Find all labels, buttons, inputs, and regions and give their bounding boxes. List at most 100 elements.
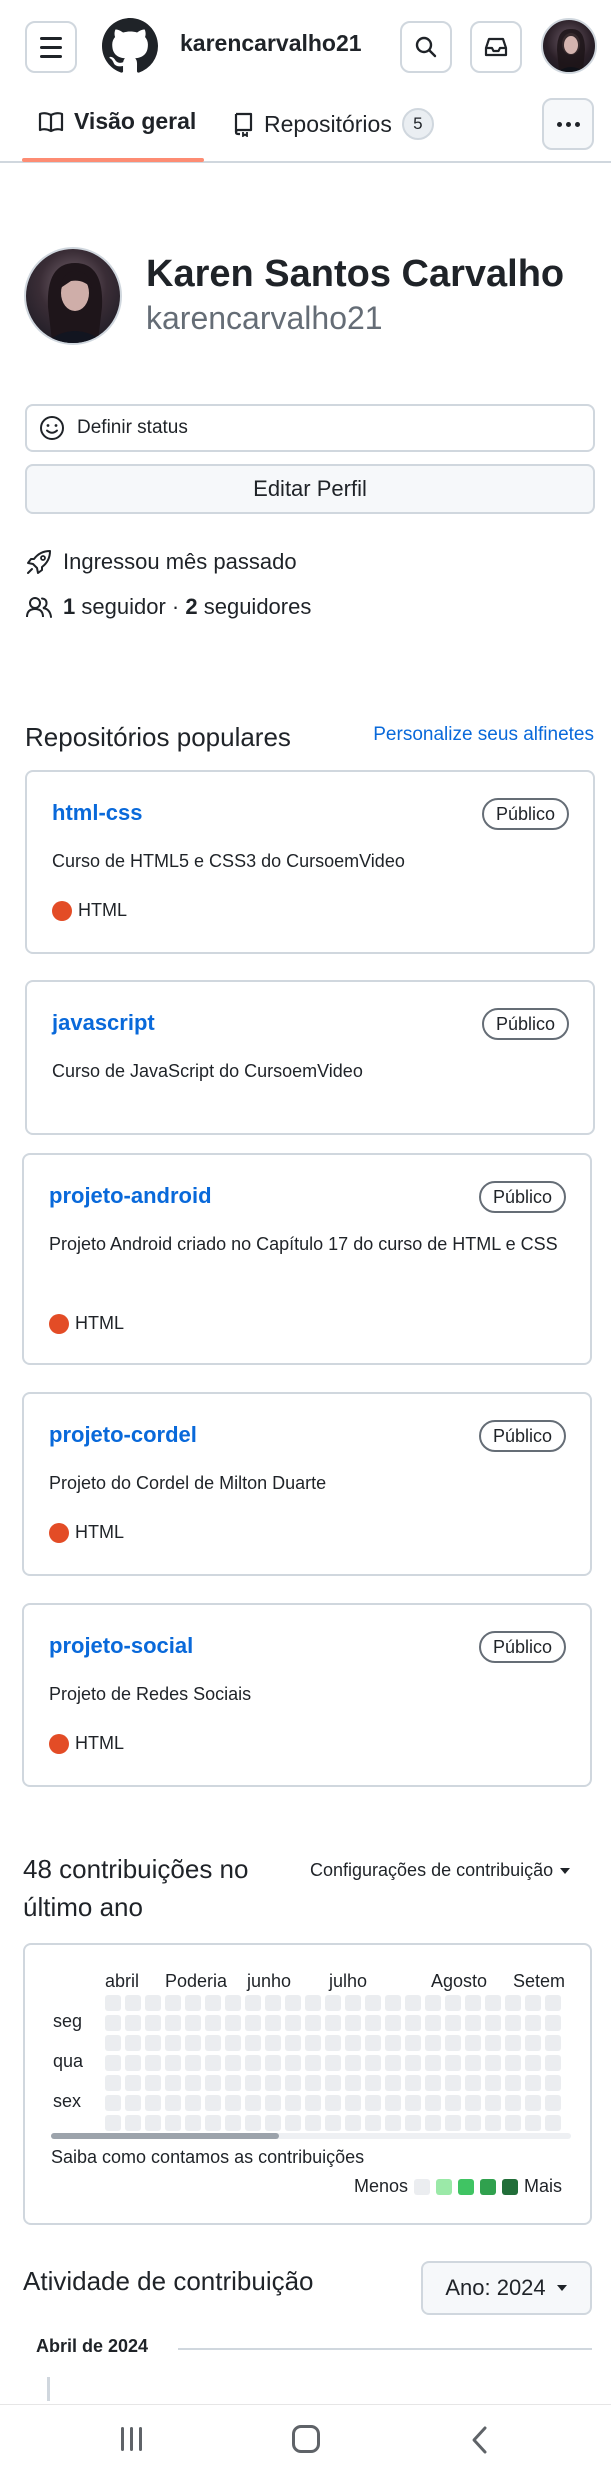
contribution-cell[interactable] xyxy=(285,2115,301,2131)
contribution-cell[interactable] xyxy=(345,1995,361,2011)
contribution-cell[interactable] xyxy=(385,2035,401,2051)
repo-name[interactable]: projeto-social xyxy=(49,1633,193,1659)
contribution-cell[interactable] xyxy=(485,2095,501,2111)
contribution-cell[interactable] xyxy=(225,2095,241,2111)
contribution-cell[interactable] xyxy=(265,2075,281,2091)
contribution-cell[interactable] xyxy=(265,2035,281,2051)
contribution-cell[interactable] xyxy=(425,2035,441,2051)
contribution-cell[interactable] xyxy=(345,2095,361,2111)
contribution-cell[interactable] xyxy=(145,2075,161,2091)
contribution-cell[interactable] xyxy=(325,1995,341,2011)
contribution-cell[interactable] xyxy=(505,1995,521,2011)
contribution-cell[interactable] xyxy=(465,2055,481,2071)
contribution-cell[interactable] xyxy=(445,1995,461,2011)
contribution-cell[interactable] xyxy=(125,2035,141,2051)
profile-avatar[interactable] xyxy=(24,247,122,345)
contribution-cell[interactable] xyxy=(485,2115,501,2131)
contribution-cell[interactable] xyxy=(105,2055,121,2071)
contribution-cell[interactable] xyxy=(425,2095,441,2111)
repo-card[interactable]: html-css Público Curso de HTML5 e CSS3 d… xyxy=(25,770,595,954)
repo-name[interactable]: projeto-cordel xyxy=(49,1422,197,1448)
contribution-cell[interactable] xyxy=(425,2075,441,2091)
contribution-cell[interactable] xyxy=(525,2035,541,2051)
contribution-cell[interactable] xyxy=(525,2015,541,2031)
contribution-cell[interactable] xyxy=(145,2035,161,2051)
contribution-cell[interactable] xyxy=(125,2095,141,2111)
contribution-cell[interactable] xyxy=(165,2095,181,2111)
contribution-cell[interactable] xyxy=(225,2035,241,2051)
contribution-cell[interactable] xyxy=(125,2055,141,2071)
customize-pins-link[interactable]: Personalize seus alfinetes xyxy=(373,724,594,746)
contribution-cell[interactable] xyxy=(385,2015,401,2031)
contribution-cell[interactable] xyxy=(345,2015,361,2031)
contribution-cell[interactable] xyxy=(245,2115,261,2131)
contribution-cell[interactable] xyxy=(325,2095,341,2111)
contribution-cell[interactable] xyxy=(485,2055,501,2071)
contribution-cell[interactable] xyxy=(405,2075,421,2091)
contribution-cell[interactable] xyxy=(385,2095,401,2111)
contribution-cell[interactable] xyxy=(445,2115,461,2131)
contribution-cell[interactable] xyxy=(325,2075,341,2091)
contribution-cell[interactable] xyxy=(165,2035,181,2051)
repo-name[interactable]: javascript xyxy=(52,1010,155,1036)
contribution-cell[interactable] xyxy=(185,1995,201,2011)
contribution-cell[interactable] xyxy=(165,1995,181,2011)
contribution-cell[interactable] xyxy=(305,2095,321,2111)
calendar-scroll-thumb[interactable] xyxy=(51,2133,279,2139)
contribution-cell[interactable] xyxy=(225,2075,241,2091)
contribution-cell[interactable] xyxy=(545,2095,561,2111)
contribution-cell[interactable] xyxy=(385,2075,401,2091)
contribution-cell[interactable] xyxy=(325,2035,341,2051)
home-icon[interactable] xyxy=(292,2425,320,2453)
contribution-cell[interactable] xyxy=(505,2115,521,2131)
contribution-cell[interactable] xyxy=(505,2075,521,2091)
contribution-cell[interactable] xyxy=(325,2055,341,2071)
header-username[interactable]: karencarvalho21 xyxy=(180,30,362,57)
contribution-cell[interactable] xyxy=(385,2115,401,2131)
edit-profile-button[interactable]: Editar Perfil xyxy=(25,464,595,514)
contribution-cell[interactable] xyxy=(265,2115,281,2131)
tab-repositories[interactable]: Repositórios 5 xyxy=(232,108,434,140)
contribution-cell[interactable] xyxy=(405,2055,421,2071)
contribution-cell[interactable] xyxy=(165,2055,181,2071)
contribution-cell[interactable] xyxy=(505,2095,521,2111)
contribution-cell[interactable] xyxy=(185,2095,201,2111)
contribution-cell[interactable] xyxy=(205,1995,221,2011)
contribution-cell[interactable] xyxy=(545,2055,561,2071)
contribution-cell[interactable] xyxy=(545,2035,561,2051)
contribution-cell[interactable] xyxy=(105,2095,121,2111)
contribution-cell[interactable] xyxy=(225,1995,241,2011)
contribution-cell[interactable] xyxy=(425,2055,441,2071)
contribution-cell[interactable] xyxy=(445,2095,461,2111)
search-button[interactable] xyxy=(400,21,452,73)
contribution-cell[interactable] xyxy=(225,2015,241,2031)
contribution-cell[interactable] xyxy=(505,2015,521,2031)
contribution-cell[interactable] xyxy=(405,1995,421,2011)
contribution-cell[interactable] xyxy=(305,2015,321,2031)
contribution-cell[interactable] xyxy=(185,2075,201,2091)
contribution-cell[interactable] xyxy=(285,2055,301,2071)
contribution-cell[interactable] xyxy=(465,2075,481,2091)
tab-overview[interactable]: Visão geral xyxy=(38,108,196,135)
contribution-cell[interactable] xyxy=(345,2055,361,2071)
contribution-cell[interactable] xyxy=(105,2015,121,2031)
contribution-cell[interactable] xyxy=(105,1995,121,2011)
contribution-cell[interactable] xyxy=(385,1995,401,2011)
repo-card[interactable]: projeto-social Público Projeto de Redes … xyxy=(22,1603,592,1787)
contribution-cell[interactable] xyxy=(125,2075,141,2091)
contribution-cell[interactable] xyxy=(305,2115,321,2131)
contribution-cell[interactable] xyxy=(365,1995,381,2011)
contribution-cell[interactable] xyxy=(285,1995,301,2011)
contribution-cell[interactable] xyxy=(205,2095,221,2111)
contribution-cell[interactable] xyxy=(285,2075,301,2091)
contribution-cell[interactable] xyxy=(345,2035,361,2051)
menu-button[interactable] xyxy=(25,21,77,73)
contribution-cell[interactable] xyxy=(305,1995,321,2011)
contribution-cell[interactable] xyxy=(365,2095,381,2111)
github-logo[interactable] xyxy=(102,18,158,74)
contribution-cell[interactable] xyxy=(245,2055,261,2071)
contribution-cell[interactable] xyxy=(405,2095,421,2111)
contribution-cell[interactable] xyxy=(445,2015,461,2031)
contribution-cell[interactable] xyxy=(305,2075,321,2091)
contribution-cell[interactable] xyxy=(165,2015,181,2031)
